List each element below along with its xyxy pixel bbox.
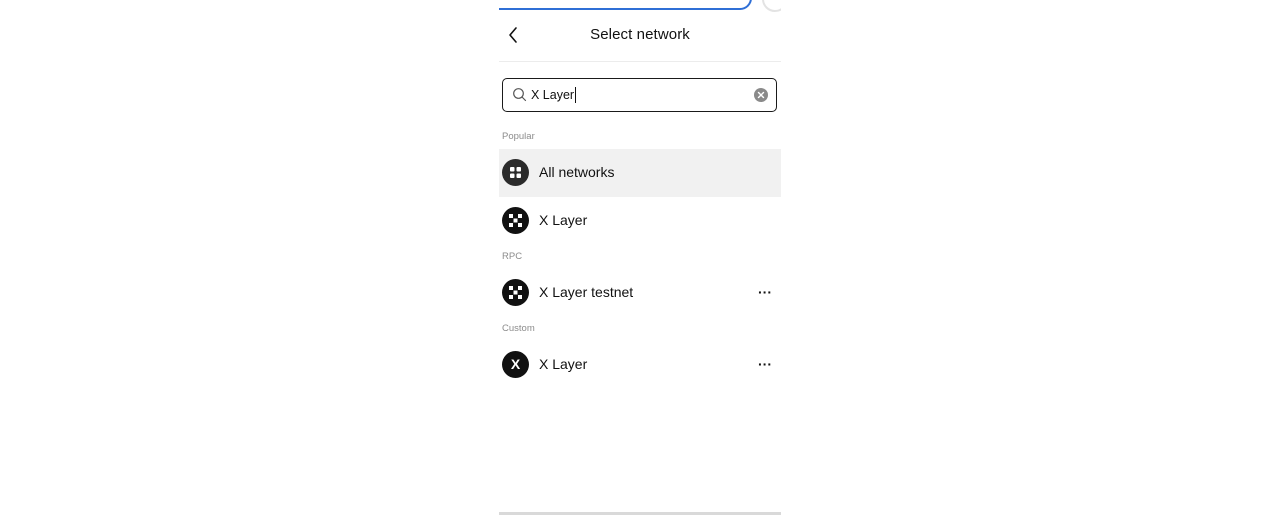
network-row-x-layer[interactable]: X Layer — [499, 197, 781, 245]
section-label-rpc: RPC — [502, 251, 523, 262]
network-label: X Layer — [539, 356, 588, 372]
more-options-button[interactable]: ··· — [757, 355, 773, 373]
xlayer-logo-icon — [502, 207, 529, 234]
network-label: All networks — [539, 164, 615, 180]
clear-circle-icon[interactable] — [754, 88, 768, 102]
network-row-x-layer-testnet[interactable]: X Layer testnet ··· — [499, 269, 781, 317]
bottom-edge-bar — [499, 512, 781, 515]
grid-icon — [502, 159, 529, 186]
network-row-all-networks[interactable]: All networks — [499, 149, 781, 197]
section-label-custom: Custom — [502, 323, 535, 334]
header: Select network — [499, 14, 781, 58]
x-letter-icon: X — [502, 351, 529, 378]
page-title: Select network — [590, 26, 690, 43]
x-letter: X — [510, 356, 521, 372]
network-selector-panel: Select network Popular All networks — [499, 0, 781, 523]
background-input-edge — [499, 0, 752, 10]
network-label: X Layer testnet — [539, 284, 634, 300]
search-box[interactable] — [502, 78, 777, 112]
network-row-custom-x-layer[interactable]: X X Layer ··· — [499, 341, 781, 389]
background-button-edge — [762, 0, 781, 12]
more-options-button[interactable]: ··· — [757, 283, 773, 301]
text-caret — [575, 87, 576, 103]
search-input[interactable] — [531, 85, 746, 105]
header-divider — [499, 61, 781, 62]
xlayer-logo-icon — [502, 279, 529, 306]
network-label: X Layer — [539, 212, 588, 228]
search-icon — [513, 88, 527, 102]
section-label-popular: Popular — [502, 131, 535, 142]
